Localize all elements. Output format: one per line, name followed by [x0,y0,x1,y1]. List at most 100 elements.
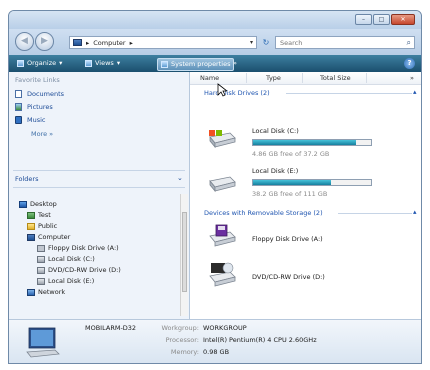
tree-item-label: Desktop [30,200,57,208]
forward-button[interactable]: ▶ [35,32,54,51]
computer-large-icon [26,327,60,358]
dvd-drive-icon [209,262,236,287]
tree-item-label: Computer [38,233,71,241]
column-overflow-icon[interactable]: » [410,74,414,82]
close-icon: ✕ [400,16,406,23]
back-button[interactable]: ◀ [15,32,34,51]
forward-arrow-icon: ▶ [41,36,48,46]
favorite-label: Pictures [27,103,53,111]
address-bar[interactable]: ▸ Computer ▸ ▾ [69,36,257,49]
column-divider[interactable] [246,73,247,83]
favorite-label: Music [27,116,46,124]
search-box[interactable]: ⌕ [275,36,415,49]
mouse-cursor-icon [217,83,227,97]
views-chevron-icon: ▾ [116,59,121,67]
minimize-button[interactable]: – [355,14,372,25]
organize-chevron-icon: ▾ [59,59,63,67]
tree-item-test[interactable]: Test [27,211,51,219]
tree-item-label: DVD/CD-RW Drive (D:) [48,266,121,274]
breadcrumb-computer[interactable]: Computer [93,39,125,47]
address-dropdown-icon[interactable]: ▾ [250,39,253,46]
minimize-icon: – [362,16,365,23]
views-label: Views [95,59,114,67]
command-bar: Organize ▾ Views ▾ System properties » ? [9,55,421,72]
tree-item-public[interactable]: Public [27,222,57,230]
details-pane: MOBILARM-D32 Workgroup: WORKGROUP Proces… [9,319,421,363]
search-input[interactable] [276,37,390,48]
organize-button[interactable]: Organize ▾ [17,58,62,69]
pane-divider [13,170,185,171]
column-name[interactable]: Name [200,74,219,82]
processor-value: Intel(R) Pentium(R) 4 CPU 2.60GHz [203,336,317,344]
navigation-pane: Favorite Links Documents Pictures Music … [9,72,190,319]
network-icon [27,288,35,296]
favorite-pictures[interactable]: Pictures [15,103,53,111]
computer-icon [27,233,35,241]
column-type[interactable]: Type [266,74,281,82]
tree-item-label: Local Disk (C:) [48,255,95,263]
system-properties-button[interactable]: System properties [157,58,235,71]
maximize-button[interactable]: □ [373,14,390,25]
address-separator-2[interactable]: ▸ [130,39,133,47]
help-icon[interactable]: ? [404,58,415,69]
system-properties-icon [161,61,168,68]
maximize-icon: □ [378,16,385,23]
computer-icon [73,39,82,46]
explorer-window: – □ ✕ ◀ ▶ ▸ Computer ▸ ▾ ↻ ⌕ Organize ▾ [8,10,422,364]
title-bar: – □ ✕ [9,11,421,29]
views-icon [85,60,92,67]
memory-label: Memory: [170,348,199,356]
memory-value: 0.98 GB [203,348,230,356]
tree-item-label: Test [38,211,51,219]
favorite-music[interactable]: Music [15,116,46,124]
address-separator[interactable]: ▸ [86,39,89,47]
tree-item-dvd[interactable]: DVD/CD-RW Drive (D:) [37,266,121,274]
search-icon[interactable]: ⌕ [407,37,411,48]
removable-group-title[interactable]: Devices with Removable Storage (2) [204,209,323,217]
column-total-size[interactable]: Total Size [320,74,351,82]
scrollbar-thumb[interactable] [182,212,187,292]
workgroup-label: Workgroup: [161,324,199,332]
content-pane: Name Type Total Size » Hard Disk Drives … [190,72,421,319]
hard-drive-icon [37,277,45,285]
floppy-drive-icon [209,224,236,247]
folders-scrollbar[interactable] [180,194,188,316]
drive-name: Floppy Disk Drive (A:) [252,235,323,243]
tree-item-label: Public [38,222,58,230]
tree-item-desktop[interactable]: Desktop [19,200,57,208]
hard-disk-group-title[interactable]: Hard Disk Drives (2) [204,89,270,97]
tree-item-local-c[interactable]: Local Disk (C:) [37,255,95,263]
tree-item-local-e[interactable]: Local Disk (E:) [37,277,94,285]
hard-drive-c-icon [209,130,236,149]
close-button[interactable]: ✕ [391,14,415,25]
refresh-icon[interactable]: ↻ [259,36,273,49]
folders-chevron-icon[interactable]: ⌄ [177,174,183,182]
tree-item-floppy[interactable]: Floppy Disk Drive (A:) [37,244,119,252]
desktop-icon [19,200,27,208]
more-link[interactable]: More » [31,130,53,138]
collapse-group-icon[interactable]: ▴ [413,88,417,96]
column-divider[interactable] [366,73,367,83]
back-arrow-icon: ◀ [21,36,28,46]
drive-e-usage-fill [253,180,331,185]
processor-label: Processor: [165,336,199,344]
group-divider [286,93,412,94]
folders-title[interactable]: Folders [15,175,38,183]
favorite-documents[interactable]: Documents [15,90,64,98]
window-controls: – □ ✕ [355,14,415,25]
collapse-group-icon[interactable]: ▴ [413,208,417,216]
column-divider[interactable] [302,73,303,83]
organize-label: Organize [27,59,57,67]
hard-drive-icon [37,255,45,263]
drive-e-usage-bar [252,179,372,186]
tree-item-label: Floppy Disk Drive (A:) [48,244,119,252]
tree-item-network[interactable]: Network [27,288,65,296]
tree-item-label: Network [38,288,66,296]
drive-free-space: 38.2 GB free of 111 GB [252,190,328,198]
system-properties-label: System properties [171,60,231,68]
folder-icon [27,222,35,230]
favorite-links-title: Favorite Links [15,76,60,84]
toolbar-overflow-icon[interactable]: » [233,58,237,69]
tree-item-computer[interactable]: Computer [27,233,70,241]
views-button[interactable]: Views ▾ [85,58,120,69]
